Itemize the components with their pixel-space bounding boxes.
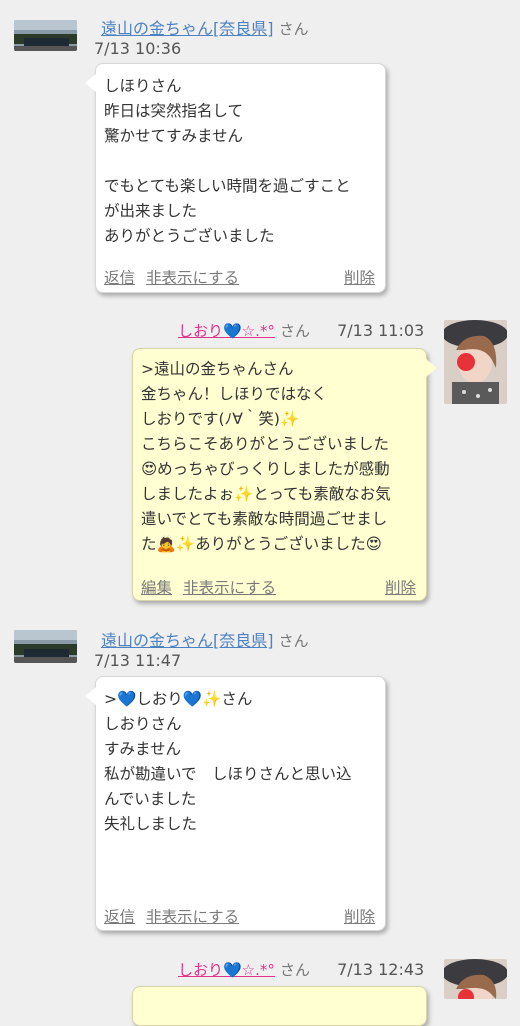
message-line: こちらこそありがとうございました bbox=[141, 435, 390, 453]
hide-link[interactable]: 非表示にする bbox=[146, 269, 239, 287]
message-line: 昨日は突然指名して bbox=[104, 102, 244, 120]
message-time: 7/13 10:36 bbox=[94, 39, 182, 58]
sender-name[interactable]: しおり💙☆.*° bbox=[146, 322, 275, 340]
message-line: 失礼しました bbox=[104, 815, 198, 833]
message-time: 7/13 11:47 bbox=[94, 651, 182, 670]
edit-link[interactable]: 編集 bbox=[141, 579, 172, 597]
hide-link[interactable]: 非表示にする bbox=[146, 908, 239, 926]
message-line: しましたよぉ✨とっても素敵なお気 bbox=[141, 485, 391, 503]
message-line: た🙇✨ありがとうございました😍 bbox=[141, 535, 382, 553]
message-line: が出来ました bbox=[104, 202, 198, 220]
message-line bbox=[104, 149, 351, 174]
message-actions: 返信 非表示にする 削除 bbox=[104, 905, 375, 927]
message-header: しおり💙☆.*° さん 7/13 12:43 bbox=[146, 960, 424, 980]
sender-suffix: さん bbox=[278, 20, 309, 38]
reply-link[interactable]: 返信 bbox=[104, 908, 135, 926]
message-line: >遠山の金ちゃんさん bbox=[141, 360, 294, 378]
message-time: 7/13 12:43 bbox=[337, 960, 425, 979]
message-line: しおりです(ﾉ∀｀笑)✨ bbox=[141, 410, 300, 428]
delete-link[interactable]: 削除 bbox=[385, 576, 416, 598]
message-bubble: >💙しおり💙✨さん しおりさん すみません 私が勘違いで しほりさんと思い込 ん… bbox=[85, 676, 386, 931]
avatar-shiori[interactable] bbox=[444, 320, 507, 404]
sender-name[interactable]: しおり💙☆.*° bbox=[146, 961, 275, 979]
bubble-tail bbox=[426, 359, 437, 377]
bubble-tail bbox=[85, 74, 96, 92]
sender-name[interactable]: 遠山の金ちゃん[奈良県] bbox=[101, 19, 274, 38]
sender-name[interactable]: 遠山の金ちゃん[奈良県] bbox=[101, 631, 274, 650]
message-bubble: >遠山の金ちゃんさん 金ちゃん！しほりではなく しおりです(ﾉ∀｀笑)✨ こちら… bbox=[132, 348, 437, 601]
message-bubble bbox=[132, 986, 427, 1026]
message-line: でもとても楽しい時間を過ごすこと bbox=[104, 177, 351, 195]
message-header: 遠山の金ちゃん[奈良県] さん bbox=[101, 631, 309, 651]
message-time: 7/13 11:03 bbox=[337, 321, 425, 340]
message-line: しほりさん bbox=[104, 77, 182, 95]
message-body: >遠山の金ちゃんさん 金ちゃん！しほりではなく しおりです(ﾉ∀｀笑)✨ こちら… bbox=[141, 357, 391, 557]
delete-link[interactable]: 削除 bbox=[344, 266, 375, 288]
message-actions: 編集 非表示にする 削除 bbox=[141, 576, 416, 598]
avatar-kinchan[interactable] bbox=[14, 20, 77, 51]
message-line: ありがとうございました bbox=[104, 227, 275, 245]
sender-suffix: さん bbox=[280, 322, 311, 340]
message-body: しほりさん 昨日は突然指名して 驚かせてすみません でもとても楽しい時間を過ごす… bbox=[104, 74, 351, 249]
hide-link[interactable]: 非表示にする bbox=[183, 579, 276, 597]
avatar-kinchan[interactable] bbox=[14, 630, 77, 663]
message-line: 驚かせてすみません bbox=[104, 127, 244, 145]
message-line: んでいました bbox=[104, 790, 197, 808]
sender-suffix: さん bbox=[278, 632, 309, 650]
sender-suffix: さん bbox=[280, 961, 311, 979]
message-line: 遣いでとても素敵な時間過ごせまし bbox=[141, 510, 388, 528]
message-header: 遠山の金ちゃん[奈良県] さん bbox=[101, 19, 309, 39]
message-line: 😍めっちゃびっくりしましたが感動 bbox=[141, 460, 390, 478]
message-line: すみません bbox=[104, 740, 182, 758]
message-line: しおりさん bbox=[104, 715, 182, 733]
message-body: >💙しおり💙✨さん しおりさん すみません 私が勘違いで しほりさんと思い込 ん… bbox=[104, 687, 352, 837]
bubble-tail bbox=[85, 687, 96, 705]
message-header: しおり💙☆.*° さん 7/13 11:03 bbox=[146, 321, 424, 341]
message-actions: 返信 非表示にする 削除 bbox=[104, 266, 375, 288]
reply-link[interactable]: 返信 bbox=[104, 269, 135, 287]
message-line: >💙しおり💙✨さん bbox=[104, 690, 253, 708]
avatar-shiori[interactable] bbox=[444, 959, 507, 999]
message-bubble: しほりさん 昨日は突然指名して 驚かせてすみません でもとても楽しい時間を過ごす… bbox=[85, 63, 386, 293]
message-line: 私が勘違いで しほりさんと思い込 bbox=[104, 765, 352, 783]
delete-link[interactable]: 削除 bbox=[344, 905, 375, 927]
message-line: 金ちゃん！しほりではなく bbox=[141, 385, 328, 403]
